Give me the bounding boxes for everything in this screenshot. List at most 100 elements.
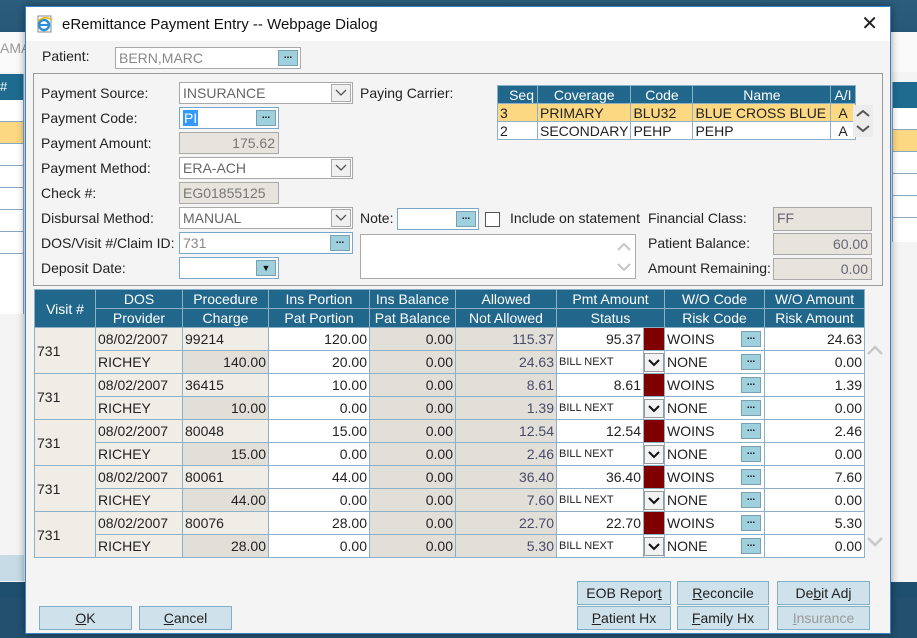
- background-grid-row[interactable]: [893, 130, 917, 152]
- col-not-allowed[interactable]: Not Allowed: [455, 308, 557, 328]
- status-dropdown[interactable]: [643, 350, 665, 374]
- chevron-down-icon[interactable]: [644, 398, 664, 418]
- status-select[interactable]: BILL NEXT: [556, 396, 644, 420]
- carrier-col-seq[interactable]: Seq: [497, 85, 538, 104]
- wo-amount-input[interactable]: 7.60: [764, 465, 865, 489]
- note-lookup-button[interactable]: ...: [456, 211, 476, 227]
- wo-amount-input[interactable]: 2.46: [764, 419, 865, 443]
- col-ins-balance[interactable]: Ins Balance: [369, 289, 456, 309]
- pmt-amount-input[interactable]: 36.40: [556, 465, 644, 489]
- chevron-down-icon[interactable]: [644, 352, 664, 372]
- payment-method-select[interactable]: ERA-ACH: [179, 157, 353, 179]
- disbursal-method-select[interactable]: MANUAL: [179, 207, 353, 229]
- background-grid-row[interactable]: [893, 152, 917, 174]
- col-wo-amount[interactable]: W/O Amount: [764, 289, 865, 309]
- visit-number[interactable]: 731: [34, 373, 96, 420]
- patient-hx-button[interactable]: Patient Hx: [577, 606, 671, 630]
- col-charge[interactable]: Charge: [182, 308, 269, 328]
- risk-code-field[interactable]: NONE...: [664, 534, 765, 558]
- status-dropdown[interactable]: [643, 534, 665, 558]
- visit-number[interactable]: 731: [34, 327, 96, 374]
- dos-visit-claim-field[interactable]: 731 ...: [179, 232, 353, 254]
- wo-code-field[interactable]: WOINS...: [664, 419, 765, 443]
- pat-portion-input[interactable]: 0.00: [268, 442, 370, 466]
- risk-amount-input[interactable]: 0.00: [764, 396, 865, 420]
- risk-amount-input[interactable]: 0.00: [764, 488, 865, 512]
- col-wo-code[interactable]: W/O Code: [664, 289, 765, 309]
- chevron-down-icon[interactable]: [331, 159, 351, 177]
- pmt-amount-input[interactable]: 95.37: [556, 327, 644, 351]
- col-pat-balance[interactable]: Pat Balance: [369, 308, 456, 328]
- risk-amount-input[interactable]: 0.00: [764, 534, 865, 558]
- ins-portion-input[interactable]: 120.00: [268, 327, 370, 351]
- wo-amount-input[interactable]: 1.39: [764, 373, 865, 397]
- pmt-amount-input[interactable]: 22.70: [556, 511, 644, 535]
- wo-amount-input[interactable]: 5.30: [764, 511, 865, 535]
- background-grid-row[interactable]: [893, 108, 917, 130]
- debit-adj-button[interactable]: Debit Adj: [777, 581, 870, 605]
- pat-portion-input[interactable]: 0.00: [268, 488, 370, 512]
- carrier-col-coverage[interactable]: Coverage: [536, 85, 632, 104]
- status-select[interactable]: BILL NEXT: [556, 534, 644, 558]
- scroll-up-down-icon[interactable]: [853, 105, 873, 137]
- risk-code-lookup-button[interactable]: ...: [741, 446, 761, 462]
- risk-code-field[interactable]: NONE...: [664, 488, 765, 512]
- background-grid-row[interactable]: [0, 100, 23, 122]
- col-allowed[interactable]: Allowed: [455, 289, 557, 309]
- background-grid-row[interactable]: [0, 144, 23, 166]
- payment-source-select[interactable]: INSURANCE: [179, 82, 353, 104]
- risk-code-field[interactable]: NONE...: [664, 350, 765, 374]
- risk-code-field[interactable]: NONE...: [664, 442, 765, 466]
- wo-amount-input[interactable]: 24.63: [764, 327, 865, 351]
- payment-code-field[interactable]: PI ...: [179, 107, 279, 129]
- status-dropdown[interactable]: [643, 396, 665, 420]
- grid-scroll-up-icon[interactable]: [866, 343, 884, 357]
- risk-code-lookup-button[interactable]: ...: [741, 354, 761, 370]
- ins-portion-input[interactable]: 15.00: [268, 419, 370, 443]
- wo-code-lookup-button[interactable]: ...: [741, 515, 761, 531]
- wo-code-lookup-button[interactable]: ...: [741, 331, 761, 347]
- family-hx-button[interactable]: Family Hx: [677, 606, 769, 630]
- risk-code-field[interactable]: NONE...: [664, 396, 765, 420]
- visit-number[interactable]: 731: [34, 465, 96, 512]
- col-risk-code[interactable]: Risk Code: [664, 308, 765, 328]
- reconcile-button[interactable]: Reconcile: [677, 581, 769, 605]
- background-grid-row[interactable]: [893, 174, 917, 196]
- background-grid-row[interactable]: [893, 196, 917, 218]
- background-grid-row[interactable]: [0, 210, 23, 232]
- risk-amount-input[interactable]: 0.00: [764, 350, 865, 374]
- status-select[interactable]: BILL NEXT: [556, 488, 644, 512]
- chevron-down-icon[interactable]: [644, 490, 664, 510]
- col-procedure[interactable]: Procedure: [182, 289, 269, 309]
- col-ins-portion[interactable]: Ins Portion: [268, 289, 370, 309]
- wo-code-lookup-button[interactable]: ...: [741, 423, 761, 439]
- carrier-col-name[interactable]: Name: [692, 85, 832, 104]
- col-visit[interactable]: Visit #: [34, 289, 96, 328]
- wo-code-field[interactable]: WOINS...: [664, 465, 765, 489]
- background-button[interactable]: [0, 555, 24, 581]
- pmt-amount-input[interactable]: 12.54: [556, 419, 644, 443]
- chevron-down-icon[interactable]: [644, 444, 664, 464]
- note-field[interactable]: ...: [397, 208, 479, 230]
- visit-number[interactable]: 731: [34, 419, 96, 466]
- risk-code-lookup-button[interactable]: ...: [741, 538, 761, 554]
- ins-portion-input[interactable]: 44.00: [268, 465, 370, 489]
- cancel-button[interactable]: Cancel: [139, 606, 232, 630]
- textarea-scroll-icon[interactable]: [615, 237, 633, 277]
- background-grid-row[interactable]: [0, 122, 23, 144]
- status-select[interactable]: BILL NEXT: [556, 350, 644, 374]
- pat-portion-input[interactable]: 0.00: [268, 534, 370, 558]
- grid-scroll-down-icon[interactable]: [866, 535, 884, 549]
- patient-field[interactable]: BERN,MARC ...: [115, 47, 301, 69]
- note-textarea[interactable]: [360, 234, 636, 279]
- col-pat-portion[interactable]: Pat Portion: [268, 308, 370, 328]
- col-risk-amount[interactable]: Risk Amount: [764, 308, 865, 328]
- carrier-scrollbar[interactable]: [853, 105, 873, 137]
- chevron-down-icon[interactable]: [644, 536, 664, 556]
- carrier-row[interactable]: 3 PRIMARY BLU32 BLUE CROSS BLUE S A: [497, 103, 856, 122]
- risk-code-lookup-button[interactable]: ...: [741, 400, 761, 416]
- carrier-col-code[interactable]: Code: [630, 85, 694, 104]
- status-dropdown[interactable]: [643, 442, 665, 466]
- visit-number[interactable]: 731: [34, 511, 96, 558]
- status-select[interactable]: BILL NEXT: [556, 442, 644, 466]
